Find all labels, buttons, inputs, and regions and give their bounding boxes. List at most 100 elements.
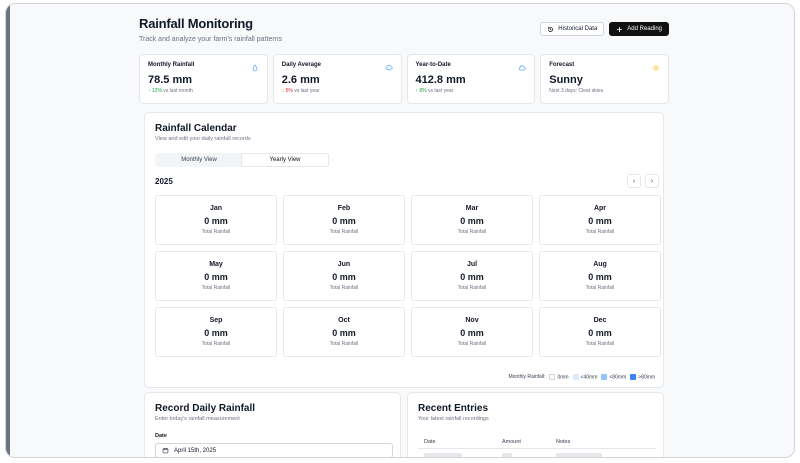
column-header-notes: Notes bbox=[556, 439, 571, 445]
month-value: 0 mm bbox=[332, 216, 356, 226]
month-caption: Total Rainfall bbox=[585, 341, 615, 347]
month-cell-oct[interactable]: Oct 0 mm Total Rainfall bbox=[283, 307, 405, 357]
droplet-icon bbox=[252, 64, 258, 72]
stats-row: Monthly Rainfall 78.5 mm ↑ 12% vs last m… bbox=[139, 54, 669, 104]
month-value: 0 mm bbox=[204, 328, 228, 338]
legend-item-under-80: <80mm bbox=[601, 374, 626, 380]
month-cell-may[interactable]: May 0 mm Total Rainfall bbox=[155, 251, 277, 301]
month-name: Jun bbox=[337, 261, 351, 268]
month-value: 0 mm bbox=[460, 216, 484, 226]
month-name: Sep bbox=[209, 317, 223, 324]
stat-value: 412.8 mm bbox=[415, 74, 466, 86]
month-caption: Total Rainfall bbox=[457, 229, 487, 235]
month-name: Mar bbox=[465, 205, 479, 212]
month-name: Oct bbox=[338, 317, 350, 324]
add-reading-button[interactable]: Add Reading bbox=[609, 22, 669, 36]
sun-icon bbox=[652, 64, 660, 72]
historical-data-button[interactable]: Historical Data bbox=[540, 22, 605, 36]
month-value: 0 mm bbox=[204, 216, 228, 226]
month-cell-nov[interactable]: Nov 0 mm Total Rainfall bbox=[411, 307, 533, 357]
month-cell-mar[interactable]: Mar 0 mm Total Rainfall bbox=[411, 195, 533, 245]
trend-note: vs last month bbox=[161, 88, 193, 94]
column-header-amount: Amount bbox=[502, 439, 521, 445]
stat-card-forecast: Forecast Sunny Next 3 days: Clear skies bbox=[540, 54, 669, 104]
legend-item-0mm: 0mm bbox=[549, 374, 569, 380]
stat-value: Sunny bbox=[549, 74, 583, 86]
month-name: Nov bbox=[465, 317, 479, 324]
date-label: Date bbox=[155, 433, 167, 439]
rainfall-calendar-card: Rainfall Calendar View and edit your dai… bbox=[144, 112, 664, 388]
month-cell-dec[interactable]: Dec 0 mm Total Rainfall bbox=[539, 307, 661, 357]
column-header-date: Date bbox=[424, 439, 436, 445]
legend-swatch bbox=[572, 374, 579, 380]
month-cell-feb[interactable]: Feb 0 mm Total Rainfall bbox=[283, 195, 405, 245]
month-name: Feb bbox=[337, 205, 351, 212]
cloud-icon bbox=[519, 65, 526, 71]
row-placeholder bbox=[424, 453, 462, 457]
month-name: Aug bbox=[593, 261, 607, 268]
dashboard: Rainfall Monitoring Track and analyze yo… bbox=[139, 14, 669, 457]
stat-trend: ↑ 12% vs last month bbox=[148, 88, 259, 94]
tab-monthly-view[interactable]: Monthly View bbox=[156, 154, 242, 166]
chevron-right-icon: › bbox=[650, 177, 654, 185]
legend-swatch bbox=[630, 374, 637, 380]
page-header: Rainfall Monitoring Track and analyze yo… bbox=[139, 14, 669, 54]
month-value: 0 mm bbox=[460, 272, 484, 282]
view-toggle: Monthly View Yearly View bbox=[155, 153, 329, 167]
plus-icon bbox=[617, 26, 623, 32]
month-cell-aug[interactable]: Aug 0 mm Total Rainfall bbox=[539, 251, 661, 301]
recent-subtitle: Your latest rainfall recordings bbox=[418, 416, 489, 422]
record-daily-rainfall-card: Record Daily Rainfall Enter today's rain… bbox=[144, 392, 401, 457]
month-caption: Total Rainfall bbox=[585, 229, 615, 235]
month-value: 0 mm bbox=[204, 272, 228, 282]
month-grid: Jan 0 mm Total Rainfall Feb 0 mm Total Rainf… bbox=[155, 195, 661, 357]
month-caption: Total Rainfall bbox=[457, 341, 487, 347]
row-placeholder bbox=[502, 453, 512, 457]
trend-note: vs last year bbox=[426, 88, 454, 94]
header-actions: Historical Data Add Reading bbox=[540, 22, 669, 36]
entries-table-header: Date Amount Notes bbox=[418, 435, 656, 449]
trend-value: ↑ 8% bbox=[415, 88, 427, 94]
stat-trend: ↓ 5% vs last year bbox=[282, 88, 393, 94]
next-year-button[interactable]: › bbox=[645, 174, 659, 188]
month-cell-jan[interactable]: Jan 0 mm Total Rainfall bbox=[155, 195, 277, 245]
page-subtitle: Track and analyze your farm's rainfall p… bbox=[139, 36, 283, 43]
stat-card-daily-average: Daily Average 2.6 mm ↓ 5% vs last year bbox=[272, 54, 402, 104]
month-value: 0 mm bbox=[588, 272, 612, 282]
month-name: Dec bbox=[593, 317, 607, 324]
stat-label: Daily Average bbox=[281, 62, 321, 68]
calendar-icon bbox=[162, 447, 169, 454]
legend-item-label: >80mm bbox=[638, 374, 655, 381]
month-caption: Total Rainfall bbox=[329, 285, 359, 291]
month-caption: Total Rainfall bbox=[457, 285, 487, 291]
month-cell-jun[interactable]: Jun 0 mm Total Rainfall bbox=[283, 251, 405, 301]
month-cell-sep[interactable]: Sep 0 mm Total Rainfall bbox=[155, 307, 277, 357]
table-row bbox=[418, 453, 656, 457]
legend-item-over-80: >80mm bbox=[630, 374, 655, 380]
month-caption: Total Rainfall bbox=[201, 285, 231, 291]
month-caption: Total Rainfall bbox=[329, 229, 359, 235]
trend-note: vs last year bbox=[292, 88, 320, 94]
record-subtitle: Enter today's rainfall measurement bbox=[155, 416, 240, 422]
legend-item-label: <80mm bbox=[609, 374, 627, 381]
stat-label: Year-to-Date bbox=[415, 62, 451, 68]
month-caption: Total Rainfall bbox=[329, 341, 359, 347]
calendar-title: Rainfall Calendar bbox=[155, 123, 237, 134]
historical-data-label: Historical Data bbox=[558, 26, 598, 32]
month-cell-apr[interactable]: Apr 0 mm Total Rainfall bbox=[539, 195, 661, 245]
prev-year-button[interactable]: ‹ bbox=[627, 174, 641, 188]
stat-value: 2.6 mm bbox=[281, 74, 320, 86]
month-value: 0 mm bbox=[588, 328, 612, 338]
app-window: Rainfall Monitoring Track and analyze yo… bbox=[5, 3, 795, 458]
stat-trend: Next 3 days: Clear skies bbox=[549, 88, 660, 94]
month-value: 0 mm bbox=[460, 328, 484, 338]
month-name: May bbox=[209, 261, 223, 268]
date-picker-input[interactable]: April 15th, 2025 bbox=[155, 443, 393, 457]
cloud-rain-icon bbox=[385, 64, 392, 71]
page-title: Rainfall Monitoring bbox=[139, 16, 253, 31]
month-cell-jul[interactable]: Jul 0 mm Total Rainfall bbox=[411, 251, 533, 301]
month-value: 0 mm bbox=[332, 272, 356, 282]
rainfall-legend: Monthly Rainfall: 0mm <40mm <80mm >80mm bbox=[508, 374, 655, 380]
month-name: Jan bbox=[209, 205, 223, 212]
tab-yearly-view[interactable]: Yearly View bbox=[242, 154, 328, 166]
